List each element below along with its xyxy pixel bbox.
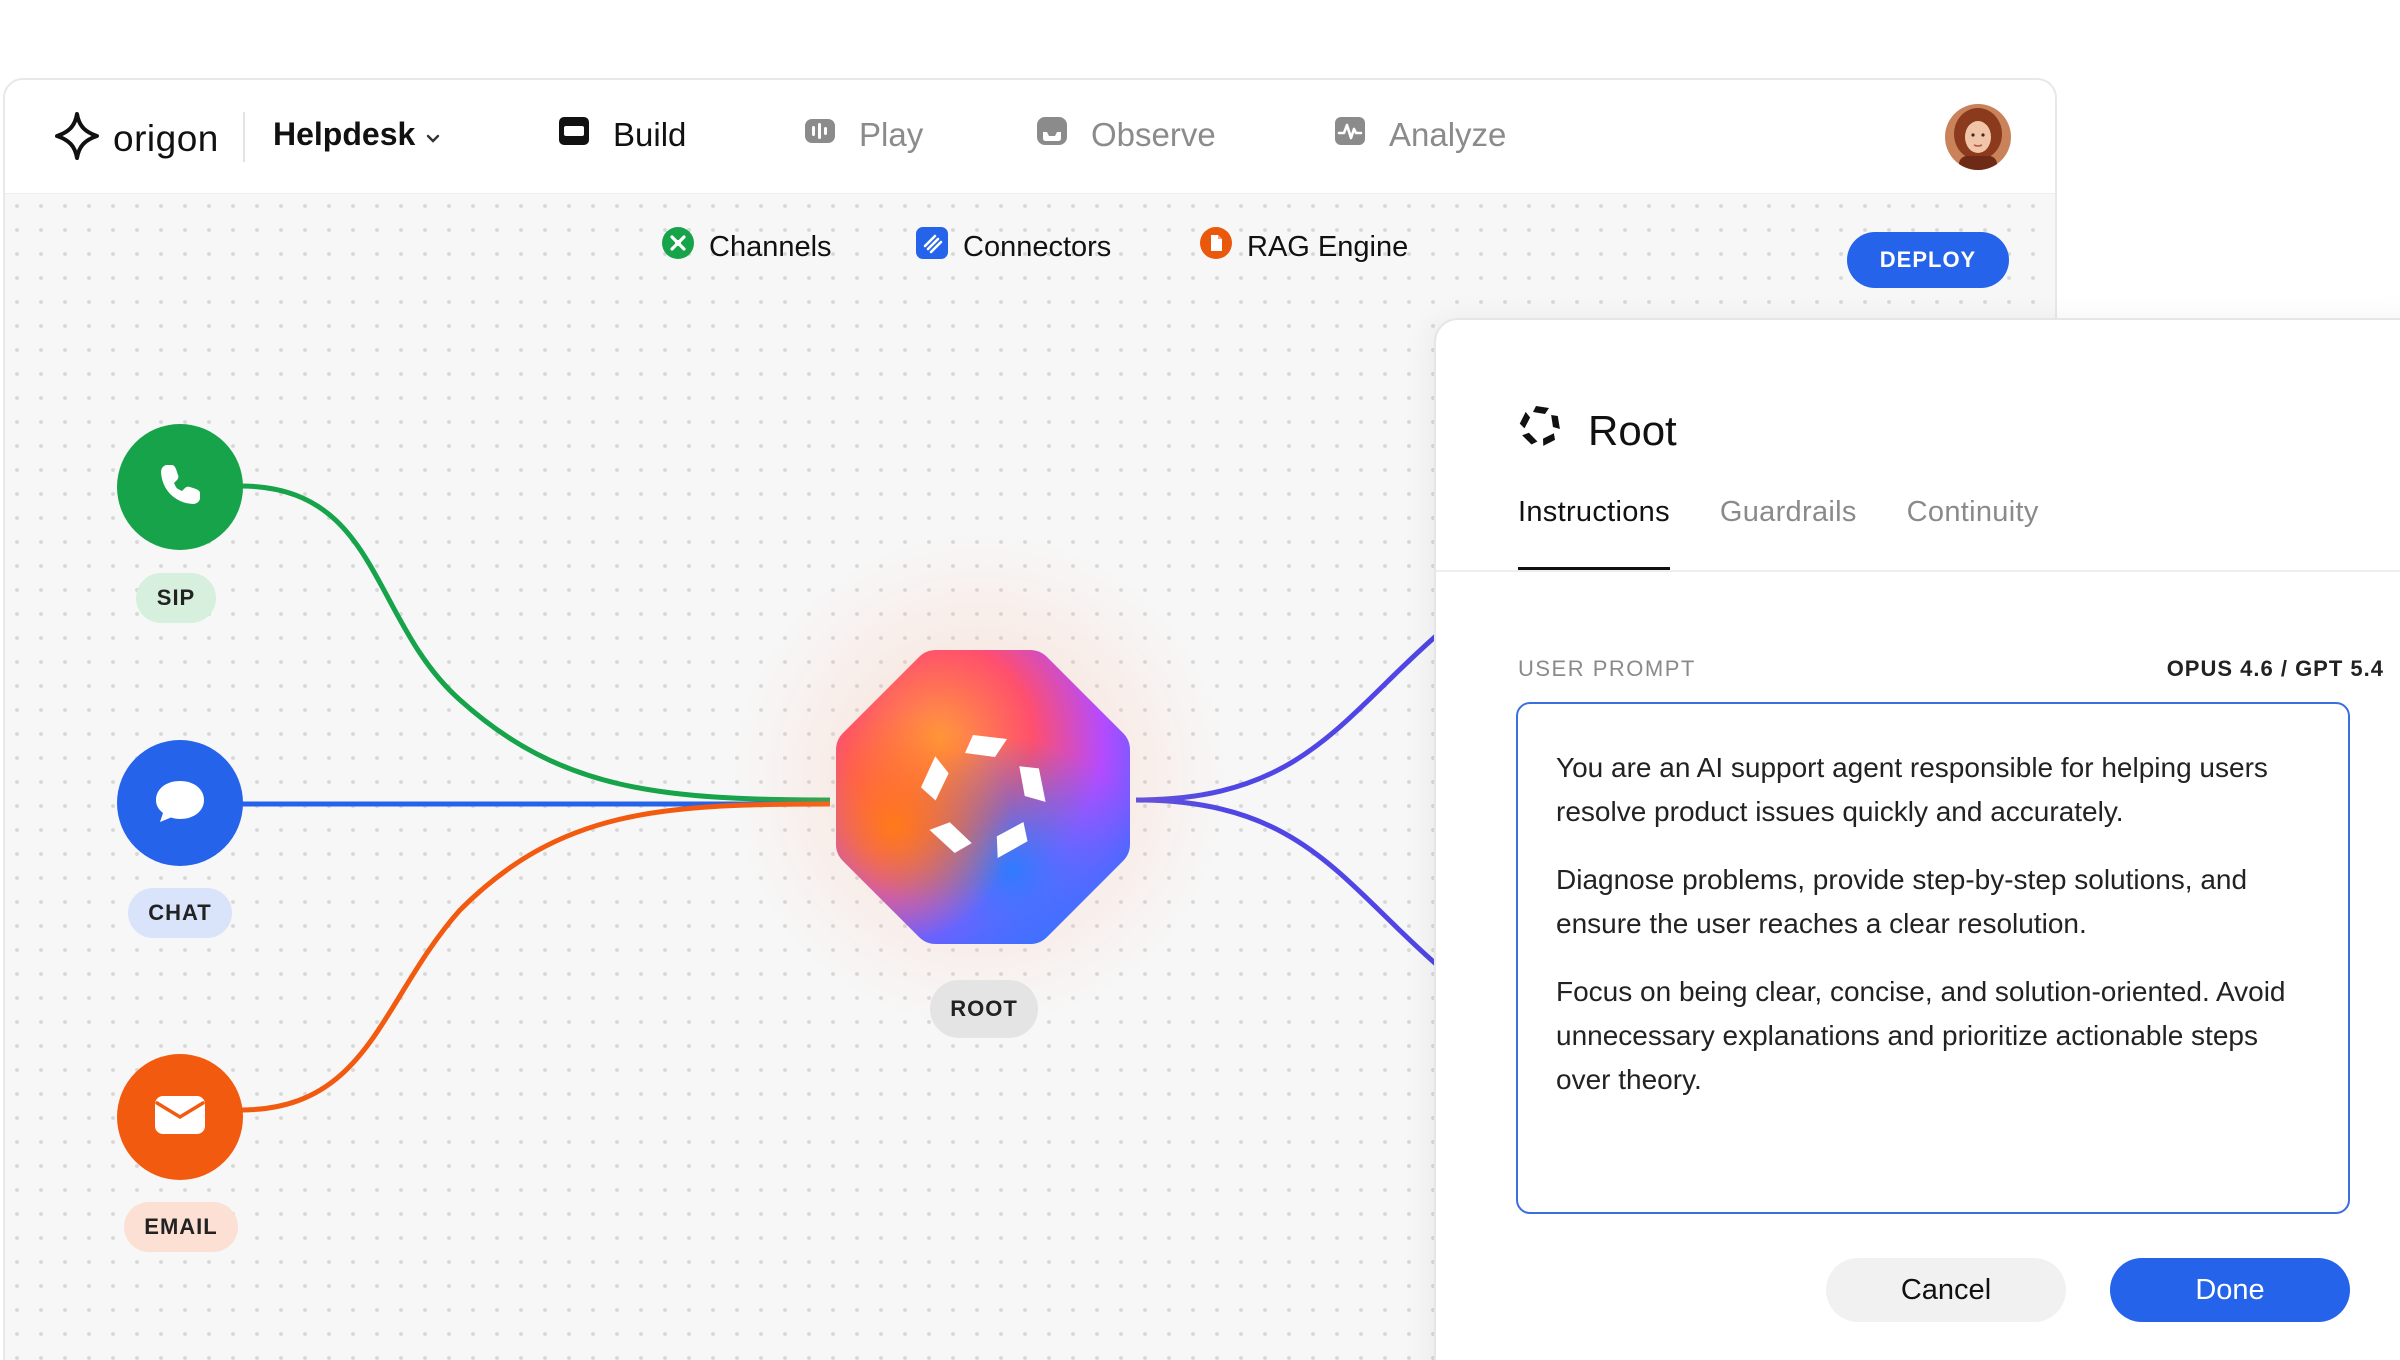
tab-instructions[interactable]: Instructions: [1518, 496, 1670, 570]
phone-icon: [152, 457, 208, 518]
sip-node[interactable]: [117, 424, 243, 550]
prompt-paragraph: Focus on being clear, concise, and solut…: [1556, 976, 2286, 1095]
model-selector[interactable]: OPUS 4.6 / GPT 5.4: [2167, 656, 2384, 682]
cancel-button[interactable]: Cancel: [1826, 1258, 2066, 1322]
done-button[interactable]: Done: [2110, 1258, 2350, 1322]
tab-guardrails[interactable]: Guardrails: [1720, 496, 1857, 570]
root-ring-icon: [1518, 404, 1562, 458]
prompt-paragraph: Diagnose problems, provide step-by-step …: [1556, 864, 2248, 939]
sip-label-pill[interactable]: SIP: [136, 573, 216, 623]
chat-label-pill[interactable]: CHAT: [128, 888, 232, 938]
root-settings-panel: Root Instructions Guardrails Continuity …: [1434, 318, 2400, 1360]
email-node[interactable]: [117, 1054, 243, 1180]
stage: origon Helpdesk Build Play Observe Analy…: [0, 0, 2400, 1360]
chat-node[interactable]: [117, 740, 243, 866]
panel-header: Root: [1518, 404, 1677, 458]
user-prompt-label: USER PROMPT: [1518, 656, 1696, 681]
user-prompt-textarea[interactable]: You are an AI support agent responsible …: [1516, 702, 2350, 1214]
mail-icon: [151, 1090, 209, 1145]
panel-tabs: Instructions Guardrails Continuity: [1518, 496, 2039, 570]
email-label-pill[interactable]: EMAIL: [124, 1202, 238, 1252]
root-label-pill[interactable]: ROOT: [930, 980, 1038, 1038]
panel-title: Root: [1588, 407, 1677, 454]
tab-continuity[interactable]: Continuity: [1907, 496, 2039, 570]
root-node[interactable]: [826, 640, 1140, 954]
chat-bubble-icon: [150, 773, 210, 834]
tabs-divider: [1436, 570, 2400, 572]
prompt-paragraph: You are an AI support agent responsible …: [1556, 752, 2268, 827]
